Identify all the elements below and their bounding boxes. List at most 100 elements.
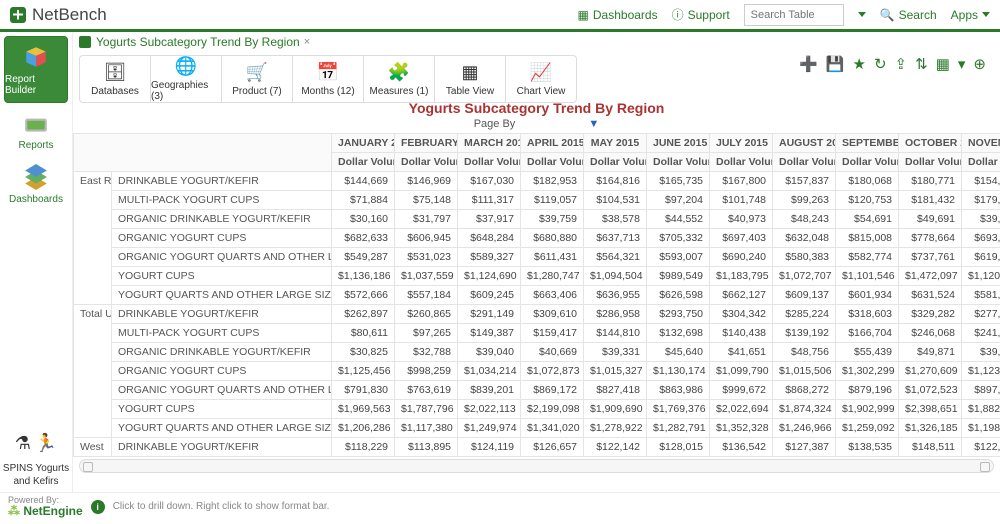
value-cell[interactable]: $1,249,974 [458, 419, 521, 438]
product-cell[interactable]: DRINKABLE YOGURT/KEFIR [112, 172, 332, 191]
value-cell[interactable]: $124,119 [458, 438, 521, 457]
value-cell[interactable]: $1,909,690 [584, 400, 647, 419]
value-cell[interactable]: $49,871 [899, 343, 962, 362]
value-cell[interactable]: $897,210 [962, 381, 1000, 400]
data-row[interactable]: ORGANIC YOGURT CUPS$1,125,456$998,259$1,… [74, 362, 1000, 381]
data-row[interactable]: WestDRINKABLE YOGURT/KEFIR$118,229$113,8… [74, 438, 1000, 457]
col-header[interactable]: JUNE 2015 [647, 134, 710, 153]
region-cell[interactable]: East Region [74, 172, 112, 305]
nav-report-builder[interactable]: Report Builder [4, 36, 68, 103]
value-cell[interactable]: $1,072,523 [899, 381, 962, 400]
value-cell[interactable]: $589,327 [458, 248, 521, 267]
value-cell[interactable]: $1,278,922 [584, 419, 647, 438]
value-cell[interactable]: $30,825 [332, 343, 395, 362]
value-cell[interactable]: $132,698 [647, 324, 710, 343]
value-cell[interactable]: $44,552 [647, 210, 710, 229]
value-cell[interactable]: $1,015,327 [584, 362, 647, 381]
value-cell[interactable]: $159,417 [521, 324, 584, 343]
col-header[interactable]: MARCH 2015 [458, 134, 521, 153]
product-cell[interactable]: YOGURT QUARTS AND OTHER LARGE SIZES [112, 419, 332, 438]
value-cell[interactable]: $48,756 [773, 343, 836, 362]
value-cell[interactable]: $48,243 [773, 210, 836, 229]
value-cell[interactable]: $157,837 [773, 172, 836, 191]
tab-close[interactable]: × [304, 36, 310, 48]
value-cell[interactable]: $39,199 [962, 343, 1000, 362]
value-cell[interactable]: $127,387 [773, 438, 836, 457]
value-cell[interactable]: $119,057 [521, 191, 584, 210]
value-cell[interactable]: $318,603 [836, 305, 899, 324]
product-cell[interactable]: ORGANIC YOGURT CUPS [112, 229, 332, 248]
col-header[interactable]: FEBRUARY 2015 [395, 134, 458, 153]
data-row[interactable]: East RegionDRINKABLE YOGURT/KEFIR$144,66… [74, 172, 1000, 191]
value-cell[interactable]: $179,716 [962, 191, 1000, 210]
value-cell[interactable]: $120,753 [836, 191, 899, 210]
grid-icon[interactable]: ▦ [936, 55, 950, 73]
value-cell[interactable]: $49,691 [899, 210, 962, 229]
product-cell[interactable]: DRINKABLE YOGURT/KEFIR [112, 438, 332, 457]
data-row[interactable]: MULTI-PACK YOGURT CUPS$80,611$97,265$149… [74, 324, 1000, 343]
value-cell[interactable]: $557,184 [395, 286, 458, 305]
value-cell[interactable]: $304,342 [710, 305, 773, 324]
value-cell[interactable]: $111,317 [458, 191, 521, 210]
value-cell[interactable]: $998,259 [395, 362, 458, 381]
value-cell[interactable]: $648,284 [458, 229, 521, 248]
value-cell[interactable]: $690,240 [710, 248, 773, 267]
value-cell[interactable]: $164,816 [584, 172, 647, 191]
value-cell[interactable]: $167,030 [458, 172, 521, 191]
star-icon[interactable]: ★ [853, 55, 866, 73]
value-cell[interactable]: $1,352,328 [710, 419, 773, 438]
value-cell[interactable]: $118,229 [332, 438, 395, 457]
tool-databases[interactable]: 🗄Databases [79, 55, 151, 103]
value-cell[interactable]: $45,640 [647, 343, 710, 362]
nav-reports[interactable]: Reports [4, 103, 68, 157]
value-cell[interactable]: $1,124,690 [458, 267, 521, 286]
value-cell[interactable]: $30,160 [332, 210, 395, 229]
tool-table-view[interactable]: ▦Table View [434, 55, 506, 103]
value-cell[interactable]: $1,198,144 [962, 419, 1000, 438]
value-cell[interactable]: $97,265 [395, 324, 458, 343]
value-cell[interactable]: $122,794 [962, 438, 1000, 457]
value-cell[interactable]: $1,259,092 [836, 419, 899, 438]
value-cell[interactable]: $39,759 [521, 210, 584, 229]
value-cell[interactable]: $1,015,506 [773, 362, 836, 381]
refresh-icon[interactable]: ↻ [874, 55, 887, 73]
value-cell[interactable]: $632,048 [773, 229, 836, 248]
target-icon[interactable]: ⊕ [973, 55, 986, 73]
data-row[interactable]: YOGURT QUARTS AND OTHER LARGE SIZES$572,… [74, 286, 1000, 305]
value-cell[interactable]: $1,246,966 [773, 419, 836, 438]
value-cell[interactable]: $38,578 [584, 210, 647, 229]
value-cell[interactable]: $40,669 [521, 343, 584, 362]
value-cell[interactable]: $75,148 [395, 191, 458, 210]
value-cell[interactable]: $180,068 [836, 172, 899, 191]
value-cell[interactable]: $277,548 [962, 305, 1000, 324]
value-cell[interactable]: $31,797 [395, 210, 458, 229]
value-cell[interactable]: $2,199,098 [521, 400, 584, 419]
value-cell[interactable]: $1,326,185 [899, 419, 962, 438]
value-cell[interactable]: $1,094,504 [584, 267, 647, 286]
value-cell[interactable]: $39,041 [962, 210, 1000, 229]
data-row[interactable]: ORGANIC YOGURT QUARTS AND OTHER LARGE SI… [74, 381, 1000, 400]
data-row[interactable]: YOGURT QUARTS AND OTHER LARGE SIZES$1,20… [74, 419, 1000, 438]
col-header[interactable]: AUGUST 2015 [773, 134, 836, 153]
data-row[interactable]: YOGURT CUPS$1,969,563$1,787,796$2,022,11… [74, 400, 1000, 419]
value-cell[interactable]: $1,130,174 [647, 362, 710, 381]
value-cell[interactable]: $71,884 [332, 191, 395, 210]
value-cell[interactable]: $32,788 [395, 343, 458, 362]
region-cell[interactable]: Total U.S. [74, 305, 112, 438]
page-by-arrow-icon[interactable]: ▼ [588, 118, 599, 130]
value-cell[interactable]: $601,934 [836, 286, 899, 305]
tool-geographies[interactable]: 🌐Geographies (3) [150, 55, 222, 103]
data-row[interactable]: Total U.S.DRINKABLE YOGURT/KEFIR$262,897… [74, 305, 1000, 324]
add-icon[interactable]: ➕ [799, 55, 818, 73]
value-cell[interactable]: $1,472,097 [899, 267, 962, 286]
save-icon[interactable]: 💾 [826, 55, 845, 73]
value-cell[interactable]: $293,750 [647, 305, 710, 324]
value-cell[interactable]: $737,761 [899, 248, 962, 267]
product-cell[interactable]: YOGURT CUPS [112, 267, 332, 286]
value-cell[interactable]: $39,331 [584, 343, 647, 362]
value-cell[interactable]: $609,245 [458, 286, 521, 305]
run-icon[interactable]: ⚗ [15, 433, 31, 454]
value-cell[interactable]: $1,882,016 [962, 400, 1000, 419]
data-row[interactable]: MULTI-PACK YOGURT CUPS$71,884$75,148$111… [74, 191, 1000, 210]
h-scrollbar[interactable] [79, 459, 994, 473]
